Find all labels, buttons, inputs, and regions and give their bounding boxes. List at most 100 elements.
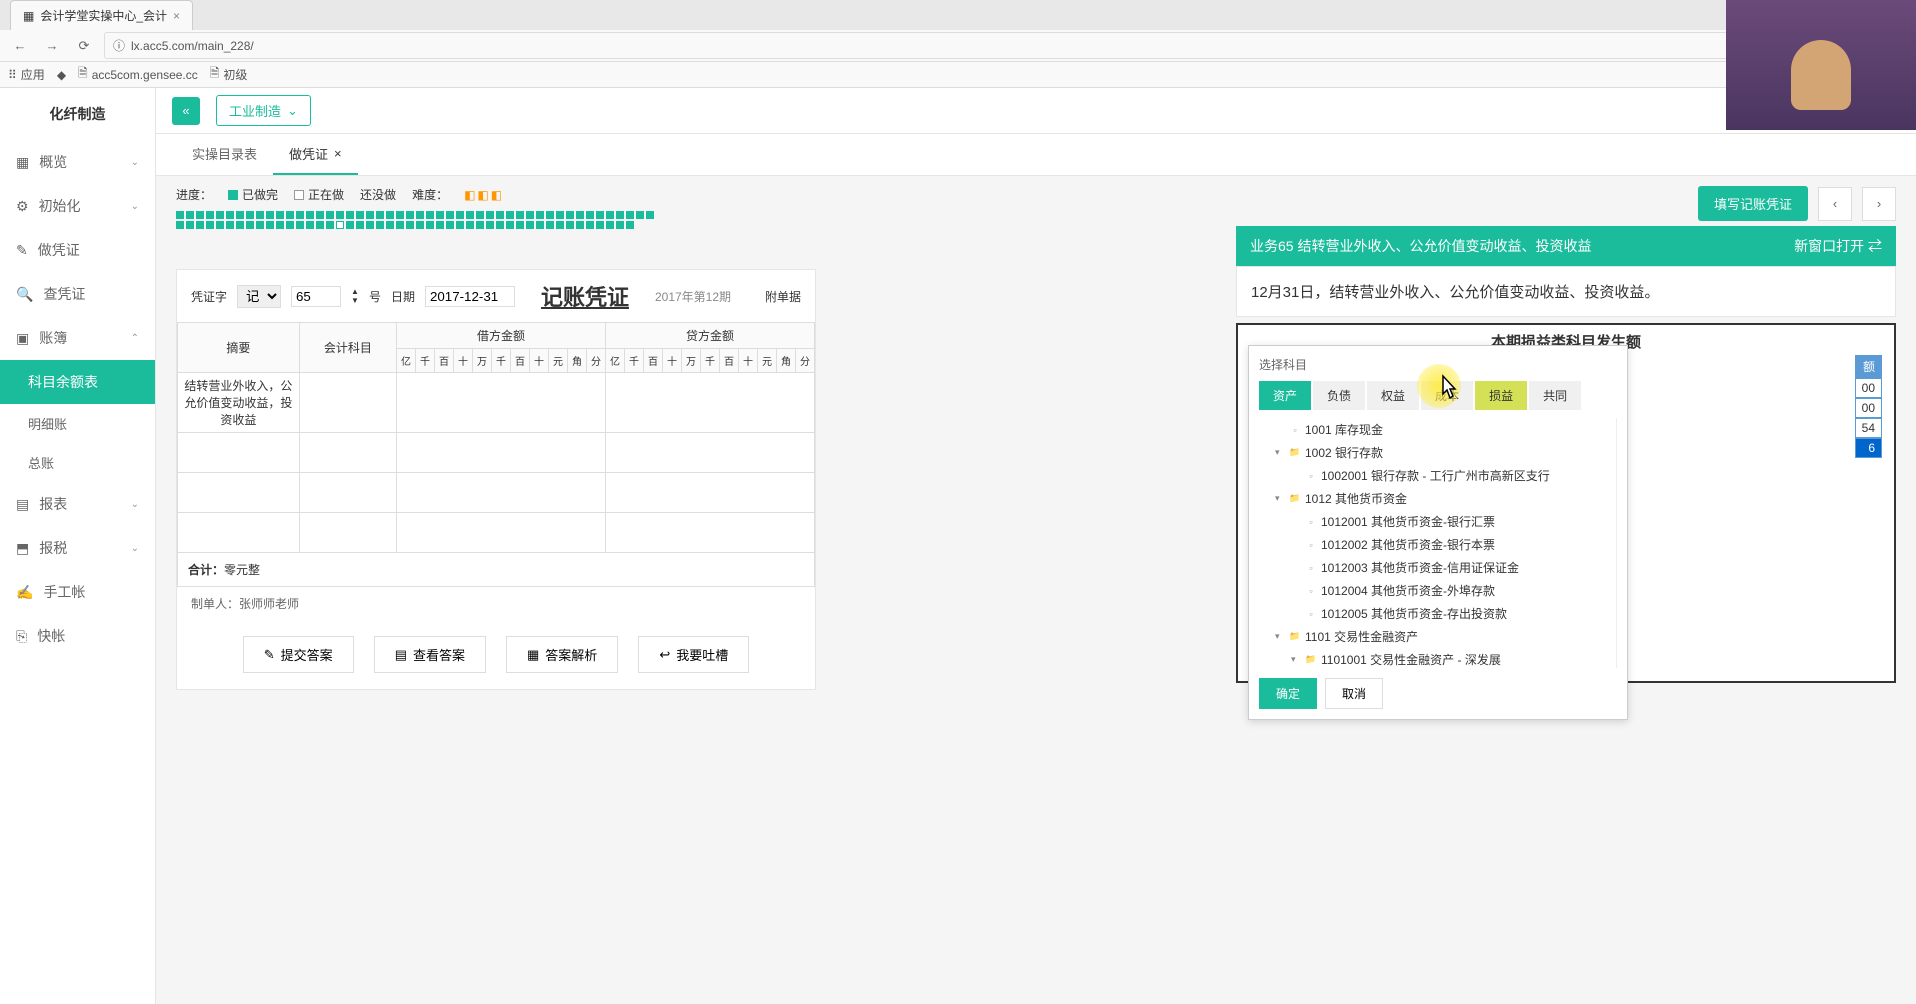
reload-button[interactable]: ⟳ <box>72 34 96 58</box>
progress-box[interactable] <box>446 221 454 229</box>
progress-box[interactable] <box>246 221 254 229</box>
progress-box[interactable] <box>176 221 184 229</box>
spinner-up[interactable]: ▲ <box>351 287 359 296</box>
fill-voucher-button[interactable]: 填写记账凭证 <box>1698 186 1808 221</box>
progress-box[interactable] <box>576 211 584 219</box>
progress-box[interactable] <box>356 221 364 229</box>
progress-box[interactable] <box>466 221 474 229</box>
progress-box[interactable] <box>286 211 294 219</box>
analysis-button[interactable]: ▦ 答案解析 <box>506 636 618 673</box>
progress-box[interactable] <box>546 211 554 219</box>
sidebar-item-overview[interactable]: ▦ 概览⌄ <box>0 140 155 184</box>
progress-box[interactable] <box>486 221 494 229</box>
bookmark-extension[interactable]: ◆ <box>57 68 66 82</box>
progress-box[interactable] <box>426 211 434 219</box>
bookmark-primary[interactable]: 🗎 初级 <box>210 64 248 85</box>
progress-box[interactable] <box>516 221 524 229</box>
progress-box[interactable] <box>396 211 404 219</box>
progress-box[interactable] <box>386 211 394 219</box>
forward-button[interactable]: → <box>40 34 64 58</box>
progress-box[interactable] <box>476 211 484 219</box>
progress-box[interactable] <box>296 211 304 219</box>
progress-box[interactable] <box>586 211 594 219</box>
complain-button[interactable]: ↩ 我要吐槽 <box>638 636 749 673</box>
progress-box[interactable] <box>646 211 654 219</box>
progress-box[interactable] <box>496 221 504 229</box>
confirm-button[interactable]: 确定 <box>1259 678 1317 709</box>
tree-item[interactable]: ▾📁1101 交易性金融资产 <box>1259 625 1612 648</box>
progress-box[interactable] <box>226 221 234 229</box>
sidebar-item-detail[interactable]: 明细账 <box>0 404 155 443</box>
progress-box[interactable] <box>536 211 544 219</box>
progress-box[interactable] <box>196 211 204 219</box>
progress-box[interactable] <box>526 211 534 219</box>
picker-tab-equity[interactable]: 权益 <box>1367 381 1419 410</box>
close-icon[interactable]: × <box>173 9 180 23</box>
video-thumbnail[interactable] <box>1726 0 1916 130</box>
industry-select[interactable]: 工业制造 ⌄ <box>216 95 311 126</box>
progress-box[interactable] <box>476 221 484 229</box>
progress-box[interactable] <box>216 211 224 219</box>
next-button[interactable]: › <box>1862 187 1896 221</box>
toggle-icon[interactable]: ▾ <box>1291 654 1301 665</box>
tree-item[interactable]: ▾📁1002 银行存款 <box>1259 441 1612 464</box>
progress-box[interactable] <box>496 211 504 219</box>
progress-box[interactable] <box>206 211 214 219</box>
progress-box[interactable] <box>366 211 374 219</box>
progress-box[interactable] <box>376 221 384 229</box>
tree-item[interactable]: ▫1012005 其他货币资金-存出投资款 <box>1259 602 1612 625</box>
progress-box[interactable] <box>536 221 544 229</box>
progress-box[interactable] <box>576 221 584 229</box>
tree-item[interactable]: ▾📁1012 其他货币资金 <box>1259 487 1612 510</box>
progress-box[interactable] <box>406 211 414 219</box>
progress-box[interactable] <box>236 221 244 229</box>
sidebar-item-init[interactable]: ⚙ 初始化⌄ <box>0 184 155 228</box>
back-button[interactable]: ← <box>8 34 32 58</box>
progress-box[interactable] <box>486 211 494 219</box>
progress-box[interactable] <box>396 221 404 229</box>
progress-box[interactable] <box>546 221 554 229</box>
sidebar-item-manual[interactable]: ✍ 手工帐 <box>0 570 155 614</box>
voucher-word-select[interactable]: 记 <box>237 285 281 308</box>
progress-box[interactable] <box>296 221 304 229</box>
progress-box[interactable] <box>516 211 524 219</box>
progress-box[interactable] <box>196 221 204 229</box>
prev-button[interactable]: ‹ <box>1818 187 1852 221</box>
picker-tab-asset[interactable]: 资产 <box>1259 381 1311 410</box>
apps-button[interactable]: ⠿ 应用 <box>8 66 45 83</box>
progress-box[interactable] <box>636 211 644 219</box>
progress-box[interactable] <box>466 211 474 219</box>
sidebar-item-balance[interactable]: 科目余额表 <box>0 360 155 404</box>
progress-box[interactable] <box>416 211 424 219</box>
toggle-icon[interactable]: ▾ <box>1275 631 1285 642</box>
collapse-button[interactable]: « <box>172 97 200 125</box>
spinner-down[interactable]: ▼ <box>351 296 359 305</box>
submit-button[interactable]: ✎ 提交答案 <box>243 636 354 673</box>
progress-box[interactable] <box>436 211 444 219</box>
tree-item[interactable]: ▫1012003 其他货币资金-信用证保证金 <box>1259 556 1612 579</box>
progress-box[interactable] <box>556 221 564 229</box>
progress-box[interactable] <box>416 221 424 229</box>
sidebar-item-quick[interactable]: ⎘ 快帐 <box>0 614 155 658</box>
progress-box[interactable] <box>566 211 574 219</box>
progress-box[interactable] <box>616 211 624 219</box>
progress-box[interactable] <box>276 221 284 229</box>
tree-item[interactable]: ▫1012002 其他货币资金-银行本票 <box>1259 533 1612 556</box>
progress-box[interactable] <box>256 221 264 229</box>
progress-box[interactable] <box>596 211 604 219</box>
progress-box[interactable] <box>526 221 534 229</box>
progress-box[interactable] <box>336 221 344 229</box>
browser-tab[interactable]: ▦ 会计学堂实操中心_会计 × <box>10 0 193 30</box>
progress-box[interactable] <box>266 221 274 229</box>
progress-box[interactable] <box>386 221 394 229</box>
progress-box[interactable] <box>326 221 334 229</box>
progress-box[interactable] <box>406 221 414 229</box>
sidebar-item-view-voucher[interactable]: 🔍 查凭证 <box>0 272 155 316</box>
progress-box[interactable] <box>336 211 344 219</box>
bookmark-gensee[interactable]: 🗎 acc5com.gensee.cc <box>78 64 198 85</box>
sidebar-item-general[interactable]: 总账 <box>0 443 155 482</box>
toggle-icon[interactable]: ▾ <box>1275 447 1285 458</box>
progress-box[interactable] <box>556 211 564 219</box>
progress-box[interactable] <box>376 211 384 219</box>
progress-box[interactable] <box>176 211 184 219</box>
